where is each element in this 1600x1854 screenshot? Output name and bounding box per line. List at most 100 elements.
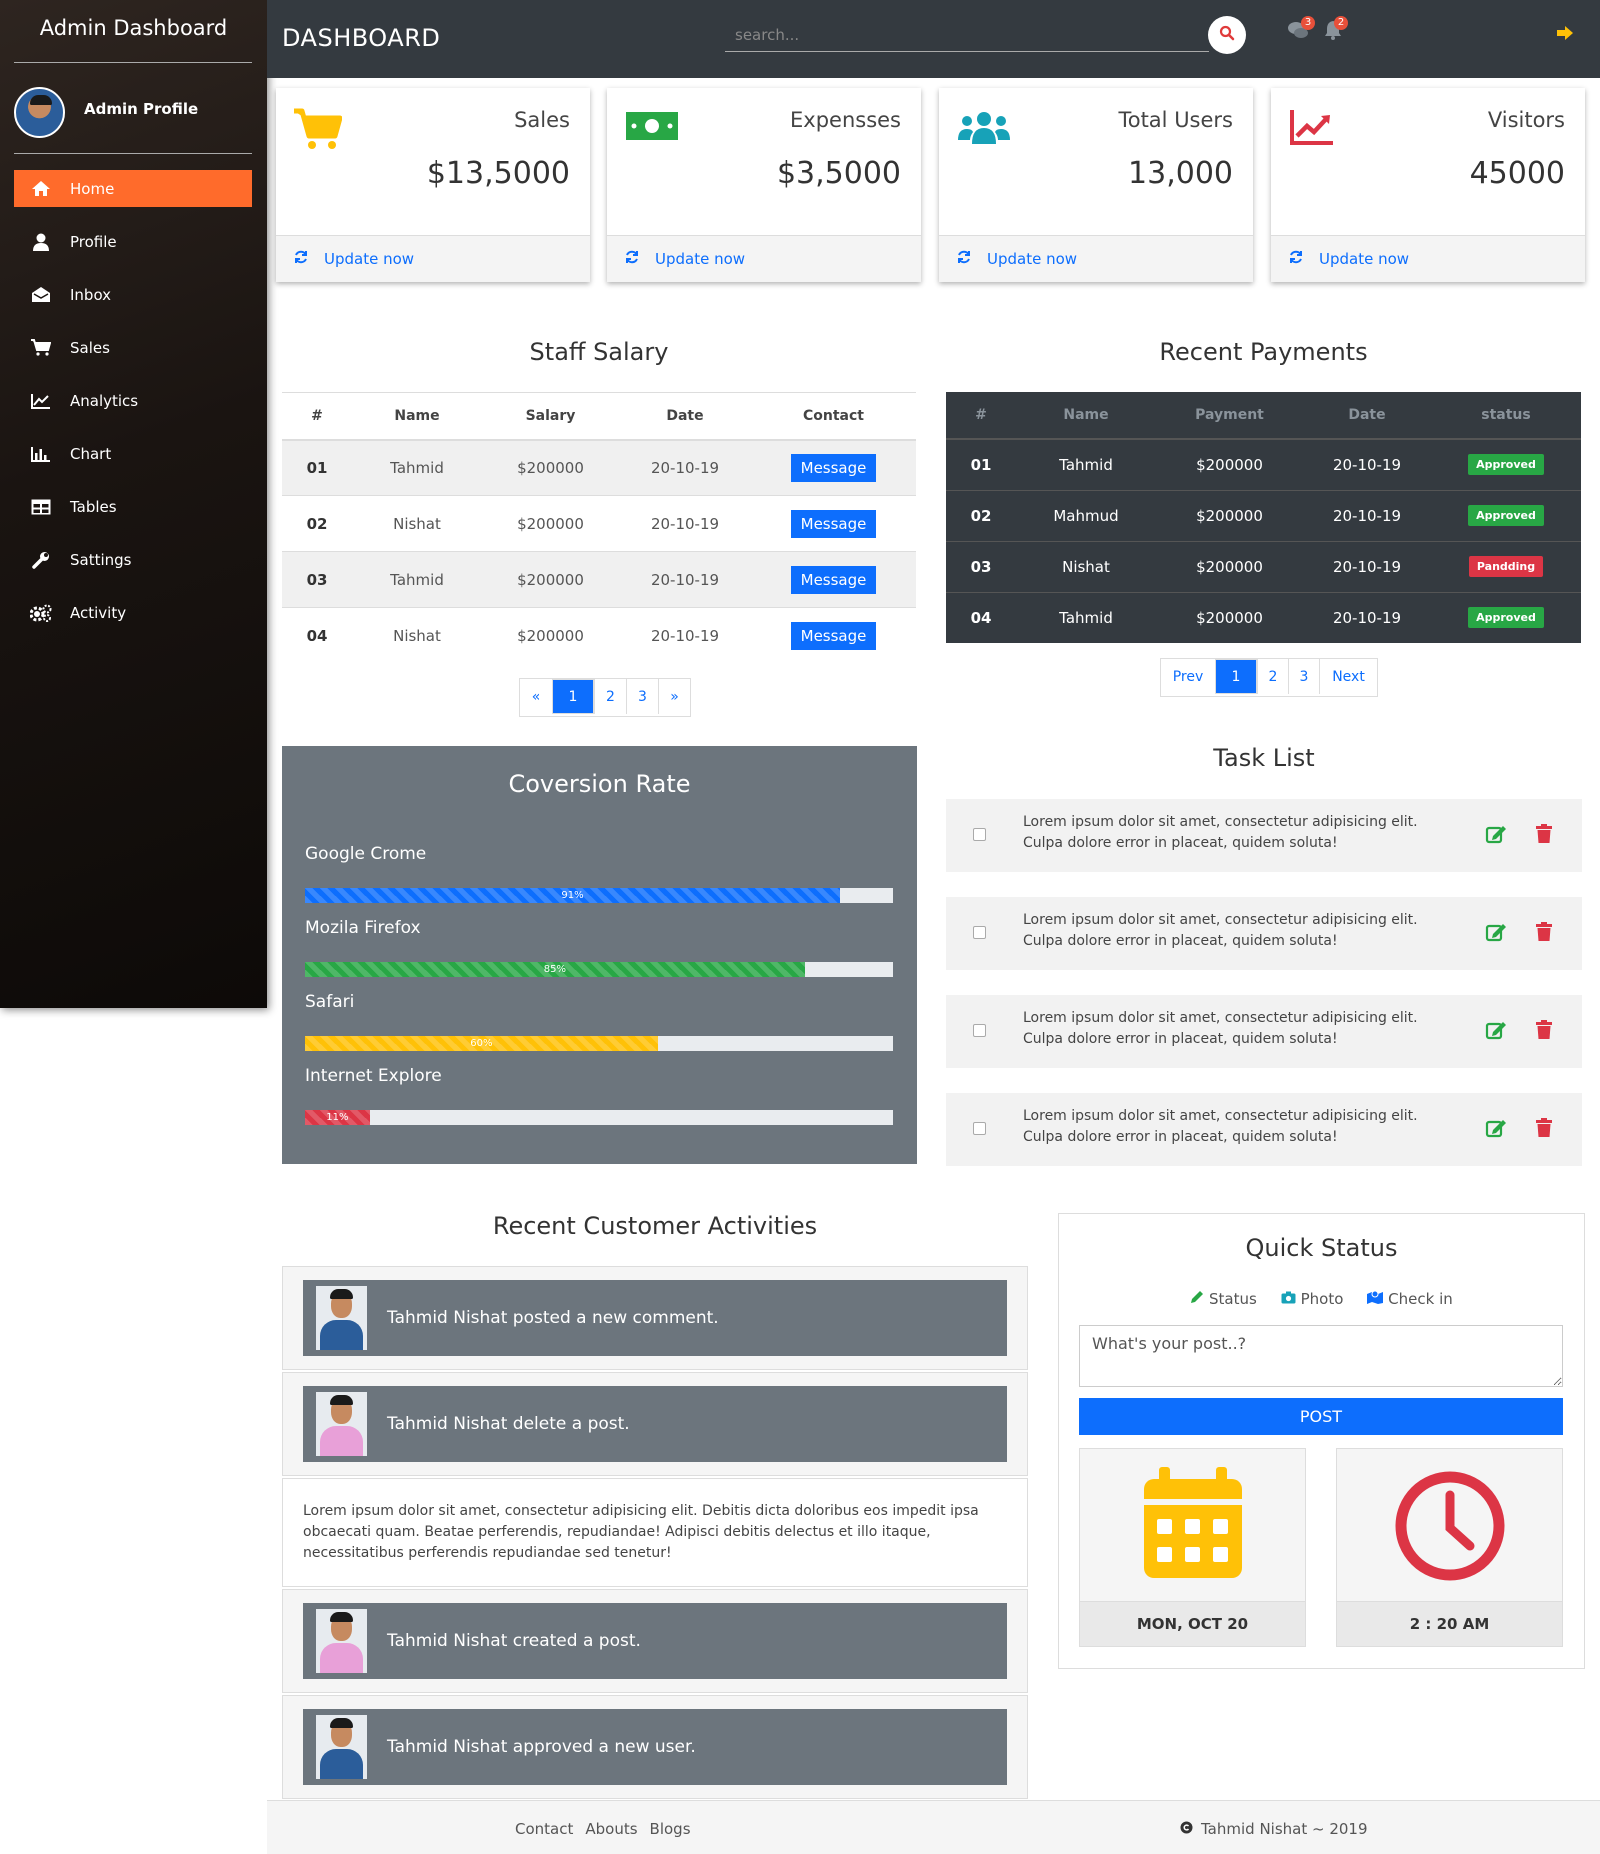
activity-text: Tahmid Nishat posted a new comment. — [387, 1308, 719, 1328]
update-link[interactable]: Update now — [276, 235, 590, 282]
profile-name[interactable]: Admin Profile — [84, 100, 198, 118]
post-button[interactable]: POST — [1079, 1398, 1563, 1435]
trash-icon[interactable] — [1535, 824, 1553, 848]
pager-page[interactable]: 2 — [1257, 659, 1288, 694]
users-icon — [957, 108, 1011, 152]
table-icon — [30, 498, 52, 516]
footer-link-abouts[interactable]: Abouts — [585, 1820, 637, 1838]
search-input[interactable] — [725, 18, 1209, 52]
divider — [14, 62, 252, 63]
update-link[interactable]: Update now — [939, 235, 1253, 282]
notifications-badge: 2 — [1334, 16, 1348, 30]
conversion-rate-panel: Coversion Rate Google Crome 91% Mozila F… — [282, 746, 917, 1164]
edit-icon[interactable] — [1485, 922, 1507, 946]
pager-page[interactable]: 1 — [552, 679, 594, 714]
sidebar-item-label: Activity — [70, 603, 127, 622]
search-button[interactable] — [1208, 16, 1246, 54]
row-date: 20-10-19 — [619, 439, 751, 496]
sidebar-item-chart[interactable]: Chart — [14, 435, 252, 472]
sidebar-item-profile[interactable]: Profile — [14, 223, 252, 260]
sidebar-item-inbox[interactable]: Inbox — [14, 276, 252, 313]
time-label: 2 : 20 AM — [1337, 1601, 1562, 1646]
update-link[interactable]: Update now — [607, 235, 921, 282]
refresh-icon — [294, 250, 308, 268]
logout-button[interactable] — [1555, 25, 1575, 45]
task-checkbox[interactable] — [973, 926, 986, 939]
message-button[interactable]: Message — [790, 453, 877, 482]
activity-item: Tahmid Nishat approved a new user. — [282, 1695, 1028, 1799]
sidebar-item-sales[interactable]: Sales — [14, 329, 252, 366]
pager-next[interactable]: Next — [1319, 659, 1377, 694]
trash-icon[interactable] — [1535, 922, 1553, 946]
avatar[interactable] — [14, 87, 65, 138]
task-checkbox[interactable] — [973, 828, 986, 841]
update-link-label: Update now — [1319, 250, 1410, 268]
column-header: status — [1431, 392, 1581, 440]
message-button[interactable]: Message — [790, 509, 877, 538]
logout-icon — [1555, 26, 1575, 45]
card-label: Total Users — [1118, 108, 1233, 132]
sidebar-item-home[interactable]: Home — [14, 170, 252, 207]
sidebar-item-settings[interactable]: Sattings — [14, 541, 252, 578]
status-option[interactable]: Status — [1190, 1290, 1257, 1308]
line-chart-icon — [30, 392, 52, 410]
sidebar-item-tables[interactable]: Tables — [14, 488, 252, 525]
photo-option[interactable]: Photo — [1281, 1290, 1343, 1308]
bar-chart-icon — [30, 445, 52, 463]
notifications-button[interactable]: 2 — [1324, 16, 1348, 44]
footer-link-contact[interactable]: Contact — [515, 1820, 573, 1838]
task-text: Lorem ipsum dolor sit amet, consectetur … — [1023, 1108, 1418, 1145]
pager-page[interactable]: 2 — [594, 679, 626, 714]
footer: Contact Abouts Blogs Tahmid Nishat ~ 201… — [267, 1800, 1600, 1854]
activity-item: Tahmid Nishat delete a post. — [282, 1372, 1028, 1476]
sidebar: Admin Dashboard Admin Profile Home Profi… — [0, 0, 267, 1008]
comments-button[interactable]: 3 — [1287, 16, 1315, 44]
quick-status-panel: Quick Status Status Photo Check in POST … — [1058, 1213, 1585, 1669]
edit-icon[interactable] — [1485, 1118, 1507, 1142]
trash-icon[interactable] — [1535, 1020, 1553, 1044]
date-label: MON, OCT 20 — [1080, 1601, 1305, 1646]
trash-icon[interactable] — [1535, 1118, 1553, 1142]
edit-icon[interactable] — [1485, 824, 1507, 848]
sidebar-item-label: Sales — [70, 338, 110, 357]
pager-page[interactable]: 3 — [626, 679, 658, 714]
activity-note: Lorem ipsum dolor sit amet, consectetur … — [282, 1478, 1028, 1587]
post-textarea[interactable] — [1079, 1325, 1563, 1387]
column-header: Salary — [482, 392, 619, 441]
activity-text: Tahmid Nishat approved a new user. — [387, 1737, 696, 1757]
sidebar-item-label: Sattings — [70, 550, 132, 569]
progress-bar: 91% — [305, 888, 893, 903]
task-text: Lorem ipsum dolor sit amet, consectetur … — [1023, 814, 1418, 851]
task-checkbox[interactable] — [973, 1122, 986, 1135]
row-name: Mahmud — [1016, 489, 1156, 541]
check-in-option[interactable]: Check in — [1367, 1290, 1453, 1308]
edit-icon[interactable] — [1485, 1020, 1507, 1044]
pager-prev[interactable]: Prev — [1161, 659, 1215, 694]
footer-link-blogs[interactable]: Blogs — [650, 1820, 691, 1838]
avatar — [316, 1609, 367, 1673]
column-header: Payment — [1156, 392, 1303, 440]
pager-prev[interactable]: « — [520, 679, 552, 714]
row-id: 03 — [946, 540, 1016, 592]
status-badge: Approved — [1468, 454, 1544, 476]
pager-next[interactable]: » — [658, 679, 690, 714]
payments-pagination: Prev 1 2 3 Next — [1160, 658, 1378, 697]
message-button[interactable]: Message — [790, 565, 877, 594]
row-salary: $200000 — [482, 495, 619, 552]
pager-page[interactable]: 3 — [1288, 659, 1319, 694]
row-name: Nishat — [352, 495, 482, 552]
sidebar-item-analytics[interactable]: Analytics — [14, 382, 252, 419]
task-checkbox[interactable] — [973, 1024, 986, 1037]
update-link[interactable]: Update now — [1271, 235, 1585, 282]
row-payment: $200000 — [1156, 489, 1303, 541]
message-button[interactable]: Message — [790, 621, 877, 650]
browser-label: Internet Explore — [305, 1066, 442, 1086]
row-id: 04 — [946, 591, 1016, 643]
salary-pagination: « 1 2 3 » — [519, 678, 691, 717]
activities-title: Recent Customer Activities — [492, 1212, 818, 1240]
update-link-label: Update now — [655, 250, 746, 268]
sidebar-item-activity[interactable]: Activity — [14, 594, 252, 631]
sidebar-item-label: Inbox — [70, 285, 112, 304]
activities-list: Tahmid Nishat posted a new comment. Tahm… — [282, 1266, 1028, 1801]
pager-page[interactable]: 1 — [1215, 659, 1257, 694]
